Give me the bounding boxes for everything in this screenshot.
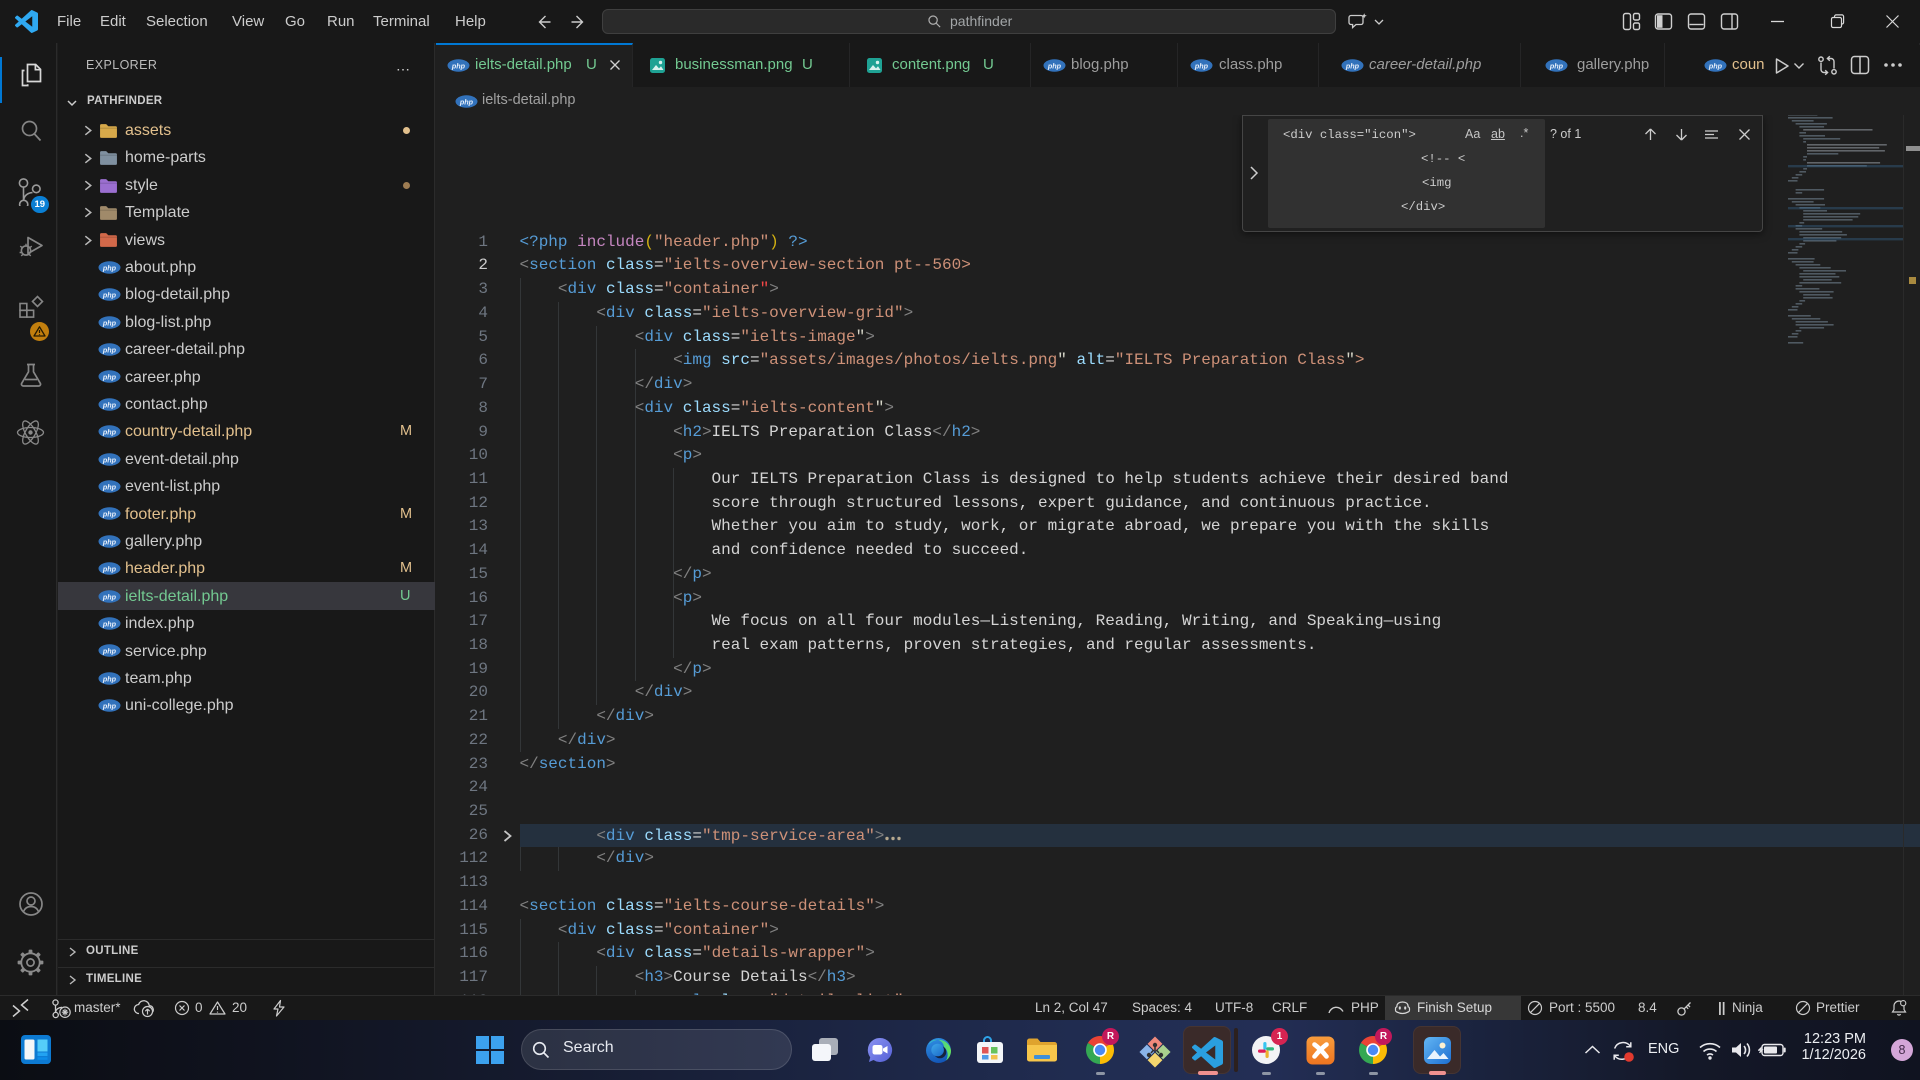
- svg-text:php: php: [102, 427, 117, 436]
- svg-text:php: php: [1708, 61, 1723, 70]
- svg-text:php: php: [102, 290, 117, 299]
- svg-text:php: php: [102, 701, 117, 710]
- svg-text:php: php: [1549, 61, 1564, 70]
- svg-text:php: php: [102, 345, 117, 354]
- svg-text:php: php: [102, 619, 117, 628]
- svg-text:php: php: [102, 455, 117, 464]
- svg-text:php: php: [1194, 61, 1209, 70]
- svg-text:php: php: [102, 263, 117, 272]
- svg-text:php: php: [102, 674, 117, 683]
- svg-text:php: php: [102, 400, 117, 409]
- svg-text:php: php: [102, 647, 117, 656]
- svg-text:php: php: [102, 482, 117, 491]
- svg-text:php: php: [102, 318, 117, 327]
- svg-text:php: php: [102, 373, 117, 382]
- svg-text:php: php: [459, 97, 474, 106]
- svg-text:php: php: [102, 510, 117, 519]
- svg-text:php: php: [102, 564, 117, 573]
- svg-text:php: php: [102, 537, 117, 546]
- svg-text:php: php: [102, 592, 117, 601]
- svg-text:php: php: [1047, 61, 1062, 70]
- svg-text:php: php: [1345, 61, 1360, 70]
- svg-text:php: php: [451, 61, 466, 70]
